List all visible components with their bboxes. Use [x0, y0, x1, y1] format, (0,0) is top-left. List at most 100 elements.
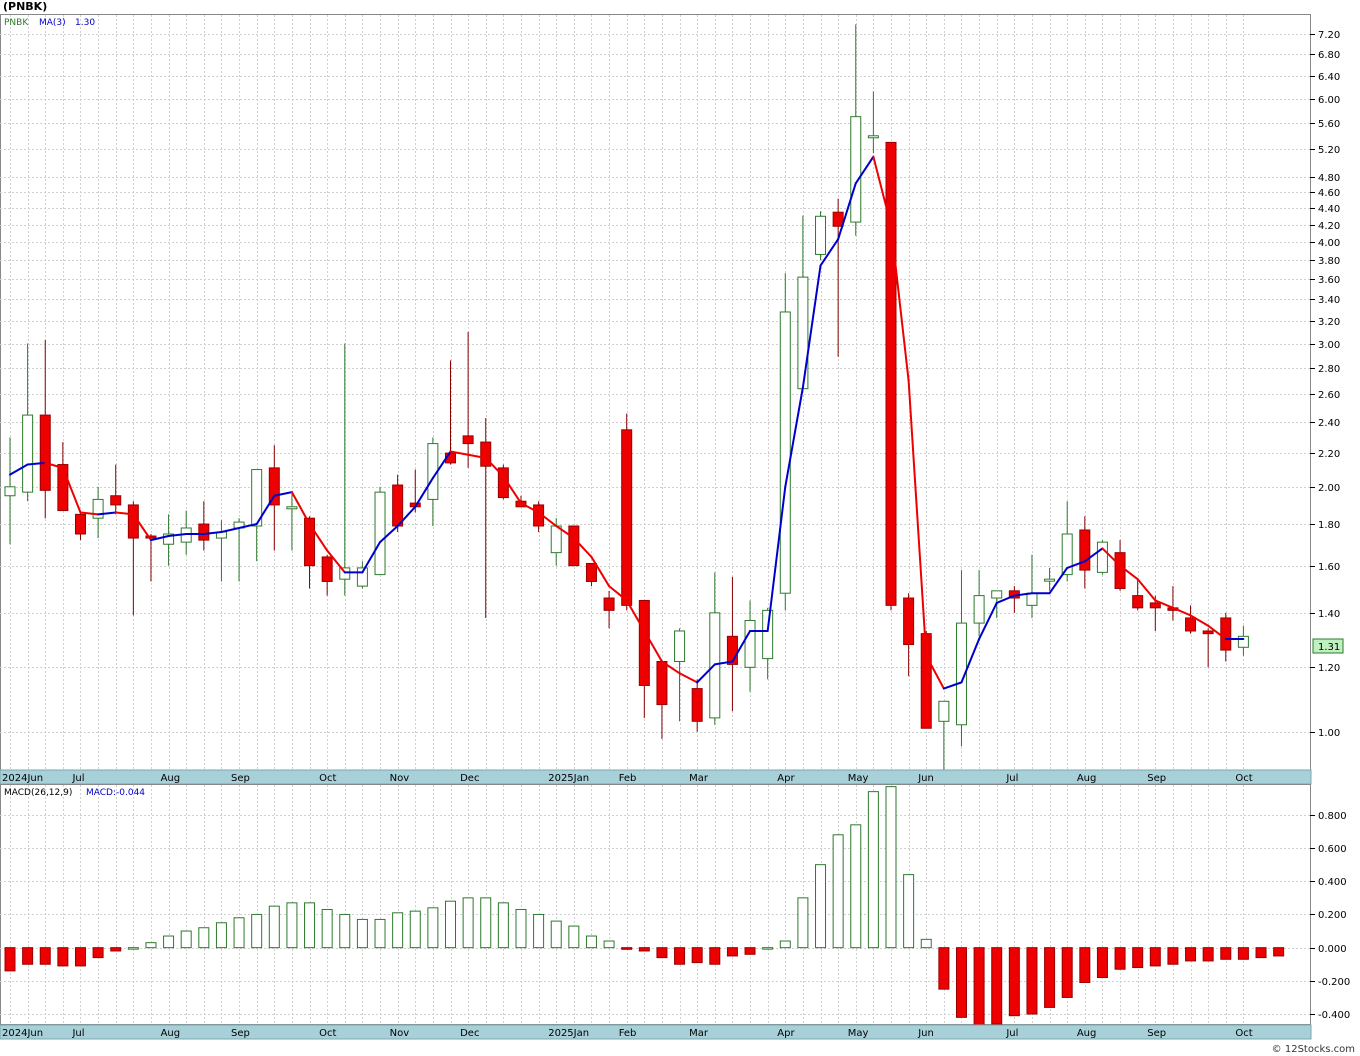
x-tick-label: 2025Jan — [548, 1028, 589, 1039]
legend-ma-value: 1.30 — [75, 18, 95, 28]
candle-body — [550, 525, 562, 554]
macd-bar — [163, 935, 175, 949]
macd-bar — [286, 902, 298, 949]
macd-bar — [198, 927, 210, 949]
candle-body — [321, 556, 333, 582]
y-tick-label: 1.20 — [1318, 663, 1340, 674]
x-tick-label: 2025Jan — [548, 773, 589, 784]
macd-bar — [409, 910, 421, 949]
macd-bar — [1167, 947, 1179, 965]
candle-body — [903, 597, 915, 646]
y-tick-label: 5.60 — [1318, 119, 1340, 130]
x-tick-label: Feb — [619, 1028, 637, 1039]
macd-label: MACD(26,12,9) — [4, 788, 72, 798]
last-price-label: 1.31 — [1318, 642, 1340, 653]
x-tick-label: Nov — [390, 773, 410, 784]
y-tick-label: 2.60 — [1318, 390, 1340, 401]
candle-body — [39, 414, 51, 491]
candle-body — [374, 491, 386, 576]
macd-bar — [585, 935, 597, 949]
macd-bar — [779, 940, 791, 949]
x-tick-label: Sep — [1147, 1028, 1166, 1039]
macd-bar — [515, 908, 527, 949]
y-tick-label: 4.20 — [1318, 221, 1340, 232]
candle-body — [815, 215, 827, 255]
macd-bar — [1273, 947, 1285, 957]
macd-bar — [674, 947, 686, 965]
candle-body — [392, 484, 404, 527]
x-tick-label: Aug — [161, 773, 181, 784]
candle-body — [74, 513, 86, 535]
candle-body — [832, 211, 844, 227]
macd-x-axis-band — [0, 1024, 1312, 1040]
y-tick-label: 0.600 — [1318, 844, 1347, 855]
macd-bar — [797, 897, 809, 949]
candle-body — [938, 700, 950, 722]
price-y-axis: 1.00 1.20 1.40 1.60 1.80 2.00 2.20 2.40 2.60 2.80… — [1310, 30, 1340, 739]
macd-bar — [392, 912, 404, 949]
y-tick-label: 6.00 — [1318, 95, 1340, 106]
x-tick-label: Feb — [619, 773, 637, 784]
y-tick-label: 4.00 — [1318, 238, 1340, 249]
candle-body — [1096, 541, 1108, 573]
macd-bar — [885, 786, 897, 949]
candle-body — [1149, 602, 1161, 609]
y-tick-label: 2.20 — [1318, 449, 1340, 460]
y-tick-label: 5.20 — [1318, 145, 1340, 156]
y-tick-label: -0.200 — [1318, 977, 1350, 988]
macd-bar — [920, 938, 932, 949]
x-tick-label: Jul — [1005, 773, 1018, 784]
macd-bar — [1185, 947, 1197, 962]
macd-bar — [568, 925, 580, 949]
macd-bar — [268, 905, 280, 949]
macd-bar — [1149, 947, 1161, 967]
macd-bar — [4, 947, 16, 972]
macd-bar — [480, 897, 492, 949]
candle-body — [674, 630, 686, 662]
candle-body — [57, 464, 69, 512]
candle-body — [92, 498, 104, 519]
x-tick-label: 2024Jun — [2, 1028, 43, 1039]
candle-body — [1185, 617, 1197, 632]
x-tick-label: Jul — [71, 1028, 84, 1039]
macd-bar — [427, 907, 439, 949]
legend-symbol: PNBK — [4, 18, 29, 28]
candle-body — [744, 620, 756, 668]
y-tick-label: 0.000 — [1318, 944, 1347, 955]
candle-body — [779, 311, 791, 594]
macd-bar — [374, 918, 386, 949]
y-tick-label: 2.00 — [1318, 483, 1340, 494]
y-tick-label: 3.20 — [1318, 317, 1340, 328]
x-tick-label: Jul — [71, 773, 84, 784]
macd-bar — [1202, 947, 1214, 962]
macd-bar — [339, 913, 351, 949]
macd-bar — [1044, 947, 1056, 1008]
macd-bar — [1237, 947, 1249, 960]
macd-bar — [445, 900, 456, 949]
y-tick-label: 4.60 — [1318, 188, 1340, 199]
chart-title: (PNBK) — [3, 0, 47, 13]
x-tick-label: May — [848, 1028, 869, 1039]
macd-bar — [1255, 947, 1267, 959]
candle-body — [198, 523, 210, 541]
y-tick-label: 1.40 — [1318, 609, 1340, 620]
candle-body — [1079, 529, 1091, 571]
x-tick-label: Aug — [161, 1028, 181, 1039]
legend-ma-label: MA(3) — [39, 18, 66, 28]
candle-body — [4, 486, 16, 497]
macd-bar — [955, 947, 967, 1018]
candle-body — [127, 504, 139, 539]
macd-bar — [867, 791, 879, 949]
candle-body — [762, 609, 774, 660]
macd-bar — [321, 908, 333, 949]
x-tick-label: Jul — [1005, 1028, 1018, 1039]
macd-bar — [127, 947, 139, 950]
macd-bar — [744, 947, 756, 955]
y-tick-label: 3.00 — [1318, 340, 1340, 351]
macd-bar — [110, 947, 122, 952]
macd-bar — [74, 947, 86, 967]
x-tick-label: Mar — [689, 773, 709, 784]
y-tick-label: 4.80 — [1318, 173, 1340, 184]
x-tick-label: Oct — [1235, 773, 1252, 784]
macd-bar — [938, 947, 950, 990]
